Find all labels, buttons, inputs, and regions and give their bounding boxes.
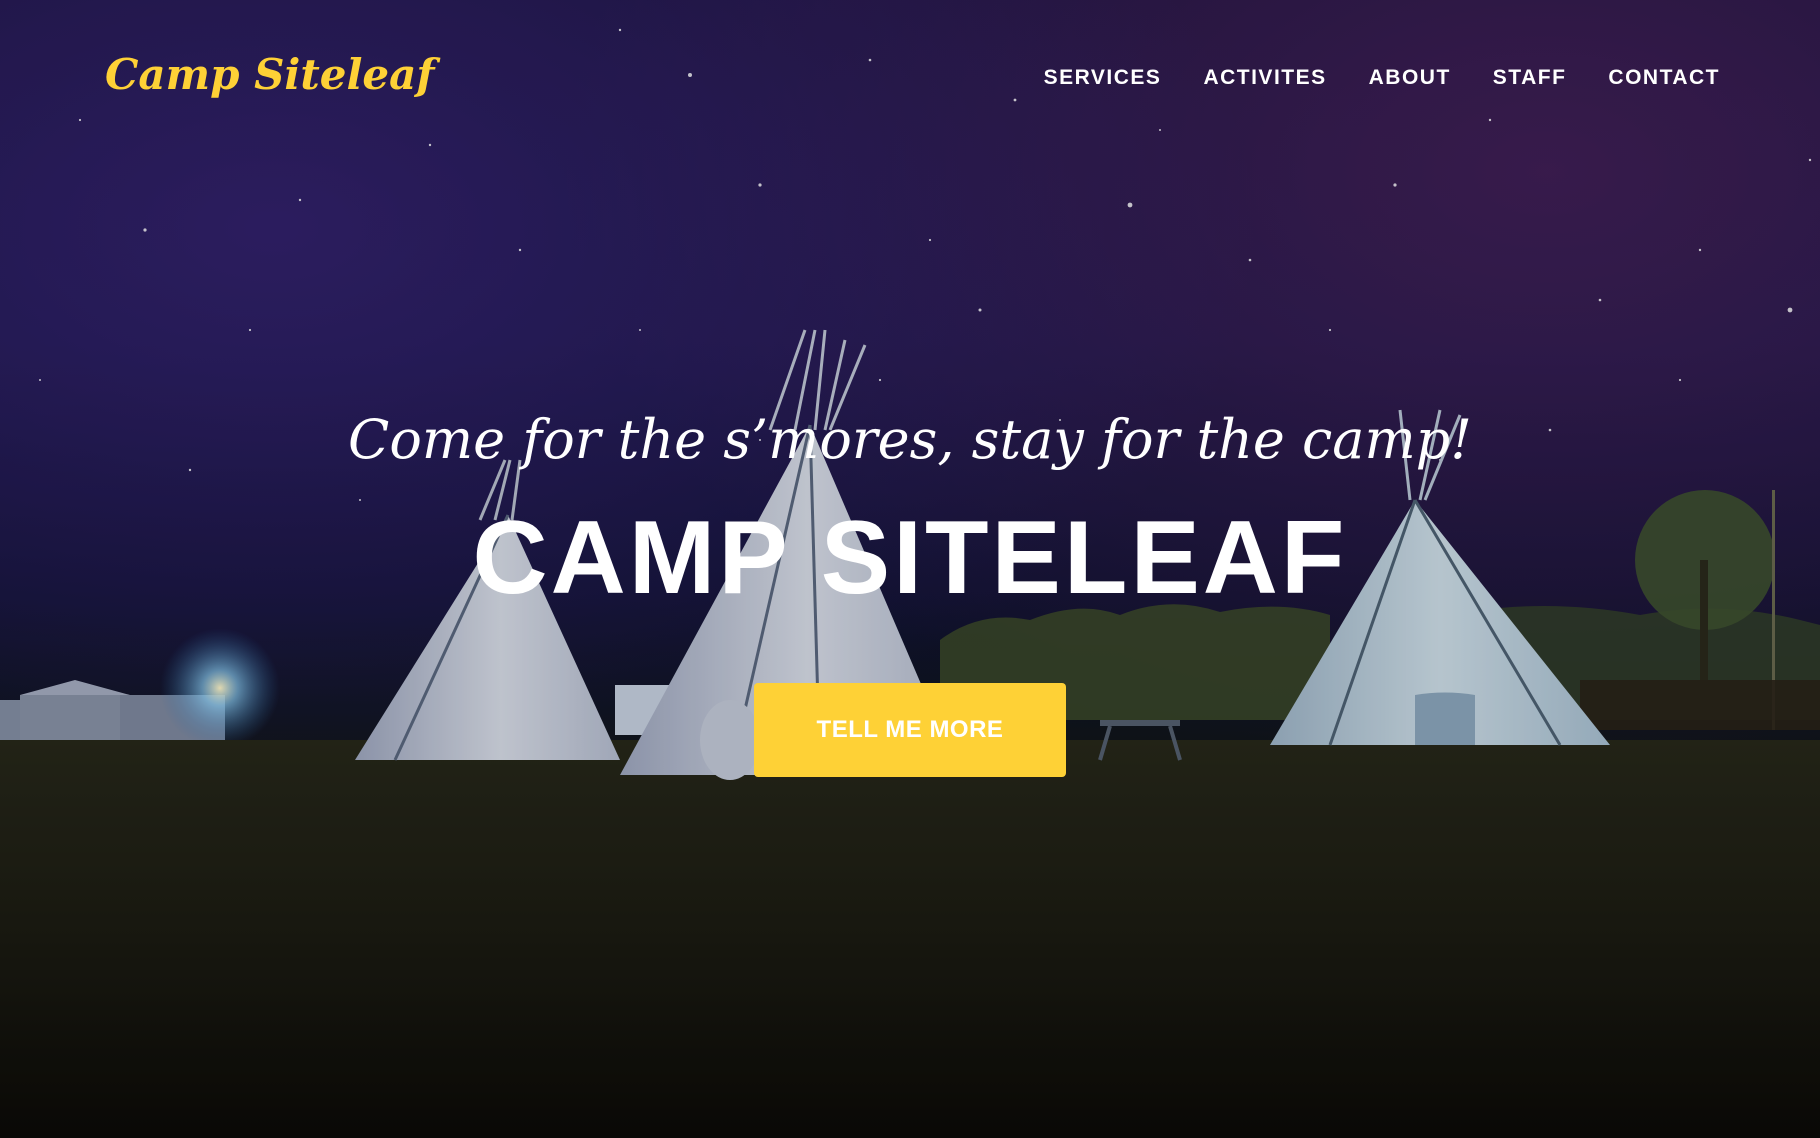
nav-item-contact: CONTACT xyxy=(1608,66,1720,90)
hero-intro: Come for the s’mores, stay for the camp!… xyxy=(0,400,1820,618)
nav-item-activites: ACTIVITES xyxy=(1203,66,1326,90)
navbar: Camp Siteleaf SERVICES ACTIVITES ABOUT S… xyxy=(0,0,1820,160)
nav-item-about: ABOUT xyxy=(1369,66,1451,90)
brand-logo[interactable]: Camp Siteleaf xyxy=(105,50,434,99)
nav-menu: SERVICES ACTIVITES ABOUT STAFF CONTACT xyxy=(1044,66,1720,90)
nav-link-contact[interactable]: CONTACT xyxy=(1608,66,1720,89)
nav-link-about[interactable]: ABOUT xyxy=(1369,66,1451,89)
hero-section: Camp Siteleaf SERVICES ACTIVITES ABOUT S… xyxy=(0,0,1820,1138)
hero-lead-text: Come for the s’mores, stay for the camp! xyxy=(348,408,1472,471)
hero-heading: CAMP SITELEAF xyxy=(472,500,1348,616)
nav-link-activites[interactable]: ACTIVITES xyxy=(1203,66,1326,89)
nav-link-staff[interactable]: STAFF xyxy=(1493,66,1567,89)
nav-item-staff: STAFF xyxy=(1493,66,1567,90)
nav-item-services: SERVICES xyxy=(1044,66,1162,90)
tell-me-more-button[interactable]: TELL ME MORE xyxy=(754,683,1066,777)
nav-link-services[interactable]: SERVICES xyxy=(1044,66,1162,89)
